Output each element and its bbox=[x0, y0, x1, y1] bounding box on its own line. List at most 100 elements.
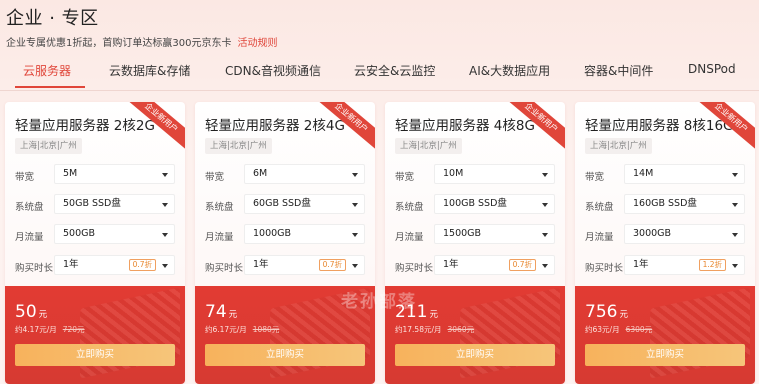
traffic-select[interactable]: 3000GB bbox=[624, 224, 745, 244]
traffic-select[interactable]: 1500GB bbox=[434, 224, 555, 244]
disk-label: 系统盘 bbox=[395, 202, 424, 213]
duration-select[interactable]: 1年 1.2折 bbox=[624, 255, 745, 275]
chevron-down-icon bbox=[352, 264, 358, 268]
discount-badge: 0.7折 bbox=[508, 259, 536, 271]
original-price: 3060元 bbox=[447, 325, 475, 334]
price-panel: 50 元 约4.17元/月 720元 立即购买 bbox=[5, 286, 185, 384]
traffic-value: 500GB bbox=[63, 228, 96, 239]
page-title: 企业 · 专区 bbox=[6, 8, 99, 29]
tab-ai-bigdata[interactable]: AI&大数据应用 bbox=[469, 62, 550, 79]
monthly-price: 约17.58元/月 3060元 bbox=[395, 324, 474, 335]
tab-cdn-av[interactable]: CDN&音视频通信 bbox=[225, 62, 321, 79]
price-value: 50 bbox=[15, 302, 37, 322]
price-unit: 元 bbox=[619, 310, 628, 320]
buy-now-button[interactable]: 立即购买 bbox=[15, 344, 175, 366]
chevron-down-icon bbox=[542, 233, 548, 237]
product-title: 轻量应用服务器 8核16G bbox=[585, 118, 734, 134]
chevron-down-icon bbox=[542, 264, 548, 268]
disk-select[interactable]: 160GB SSD盘 bbox=[624, 194, 745, 214]
tab-cloud-server[interactable]: 云服务器 bbox=[23, 62, 71, 79]
price-panel: 756 元 约63元/月 6300元 立即购买 bbox=[575, 286, 755, 384]
product-card: 轻量应用服务器 8核16G 企业新用户 上海|北京|广州 带宽 14M 系统盘 … bbox=[575, 102, 755, 384]
bandwidth-select[interactable]: 5M bbox=[54, 164, 175, 184]
tab-container-middleware[interactable]: 容器&中间件 bbox=[584, 62, 653, 79]
duration-select[interactable]: 1年 0.7折 bbox=[54, 255, 175, 275]
price-value: 756 bbox=[585, 302, 618, 322]
chevron-down-icon bbox=[732, 233, 738, 237]
price-unit: 元 bbox=[429, 310, 438, 320]
original-price: 6300元 bbox=[625, 325, 653, 334]
disk-label: 系统盘 bbox=[205, 202, 234, 213]
active-tab-indicator bbox=[15, 86, 85, 88]
tab-database-storage[interactable]: 云数据库&存储 bbox=[109, 62, 190, 79]
duration-label: 购买时长 bbox=[585, 263, 624, 274]
disk-value: 160GB SSD盘 bbox=[633, 198, 697, 209]
product-card: 轻量应用服务器 2核4G 企业新用户 上海|北京|广州 带宽 6M 系统盘 60… bbox=[195, 102, 375, 384]
traffic-select[interactable]: 1000GB bbox=[244, 224, 365, 244]
traffic-label: 月流量 bbox=[15, 232, 44, 243]
chevron-down-icon bbox=[162, 233, 168, 237]
disk-value: 100GB SSD盘 bbox=[443, 198, 507, 209]
category-tabs: 云服务器 云数据库&存储 CDN&音视频通信 云安全&云监控 AI&大数据应用 … bbox=[0, 56, 759, 86]
bandwidth-select[interactable]: 10M bbox=[434, 164, 555, 184]
traffic-select[interactable]: 500GB bbox=[54, 224, 175, 244]
duration-label: 购买时长 bbox=[205, 263, 244, 274]
disk-select[interactable]: 60GB SSD盘 bbox=[244, 194, 365, 214]
discount-badge: 0.7折 bbox=[318, 259, 346, 271]
bandwidth-select[interactable]: 6M bbox=[244, 164, 365, 184]
bandwidth-value: 10M bbox=[443, 168, 464, 179]
duration-value: 1年 bbox=[63, 259, 79, 270]
duration-select[interactable]: 1年 0.7折 bbox=[244, 255, 365, 275]
monthly-price: 约4.17元/月 720元 bbox=[15, 324, 85, 335]
chevron-down-icon bbox=[162, 264, 168, 268]
duration-value: 1年 bbox=[633, 259, 649, 270]
bandwidth-label: 带宽 bbox=[15, 172, 35, 183]
watermark: 老孙部落 bbox=[341, 292, 417, 312]
price: 74 元 bbox=[205, 302, 237, 322]
chevron-down-icon bbox=[732, 203, 738, 207]
chevron-down-icon bbox=[352, 233, 358, 237]
tab-dnspod[interactable]: DNSPod bbox=[688, 62, 736, 76]
chevron-down-icon bbox=[542, 203, 548, 207]
monthly-value: 约17.58元/月 bbox=[395, 325, 442, 334]
duration-select[interactable]: 1年 0.7折 bbox=[434, 255, 555, 275]
product-card: 轻量应用服务器 4核8G 企业新用户 上海|北京|广州 带宽 10M 系统盘 1… bbox=[385, 102, 565, 384]
monthly-value: 约63元/月 bbox=[585, 325, 620, 334]
price: 50 元 bbox=[15, 302, 47, 322]
product-title: 轻量应用服务器 2核4G bbox=[205, 118, 345, 134]
traffic-value: 1000GB bbox=[253, 228, 292, 239]
price: 756 元 bbox=[585, 302, 628, 322]
chevron-down-icon bbox=[162, 203, 168, 207]
duration-value: 1年 bbox=[253, 259, 269, 270]
duration-label: 购买时长 bbox=[395, 263, 434, 274]
duration-value: 1年 bbox=[443, 259, 459, 270]
disk-select[interactable]: 50GB SSD盘 bbox=[54, 194, 175, 214]
tabs-divider bbox=[0, 90, 759, 91]
disk-value: 60GB SSD盘 bbox=[253, 198, 311, 209]
region-tag: 上海|北京|广州 bbox=[15, 138, 82, 154]
chevron-down-icon bbox=[732, 173, 738, 177]
bandwidth-select[interactable]: 14M bbox=[624, 164, 745, 184]
tab-security-monitoring[interactable]: 云安全&云监控 bbox=[354, 62, 435, 79]
monthly-price: 约6.17元/月 1080元 bbox=[205, 324, 279, 335]
bandwidth-label: 带宽 bbox=[205, 172, 225, 183]
traffic-label: 月流量 bbox=[205, 232, 234, 243]
chevron-down-icon bbox=[542, 173, 548, 177]
disk-value: 50GB SSD盘 bbox=[63, 198, 121, 209]
rules-link[interactable]: 活动规则 bbox=[237, 38, 277, 49]
section-header: 企业 · 专区 bbox=[6, 4, 99, 30]
buy-now-button[interactable]: 立即购买 bbox=[585, 344, 745, 366]
product-card: 轻量应用服务器 2核2G 企业新用户 上海|北京|广州 带宽 5M 系统盘 50… bbox=[5, 102, 185, 384]
buy-now-button[interactable]: 立即购买 bbox=[205, 344, 365, 366]
product-title: 轻量应用服务器 2核2G bbox=[15, 118, 155, 134]
monthly-value: 约4.17元/月 bbox=[15, 325, 57, 334]
price-unit: 元 bbox=[38, 310, 48, 320]
region-tag: 上海|北京|广州 bbox=[205, 138, 272, 154]
discount-badge: 0.7折 bbox=[128, 259, 156, 271]
promo-subtitle: 企业专属优惠1折起，首购订单达标赢300元京东卡 活动规则 bbox=[6, 34, 277, 49]
chevron-down-icon bbox=[162, 173, 168, 177]
traffic-label: 月流量 bbox=[395, 232, 424, 243]
disk-select[interactable]: 100GB SSD盘 bbox=[434, 194, 555, 214]
original-price: 720元 bbox=[62, 325, 85, 334]
buy-now-button[interactable]: 立即购买 bbox=[395, 344, 555, 366]
